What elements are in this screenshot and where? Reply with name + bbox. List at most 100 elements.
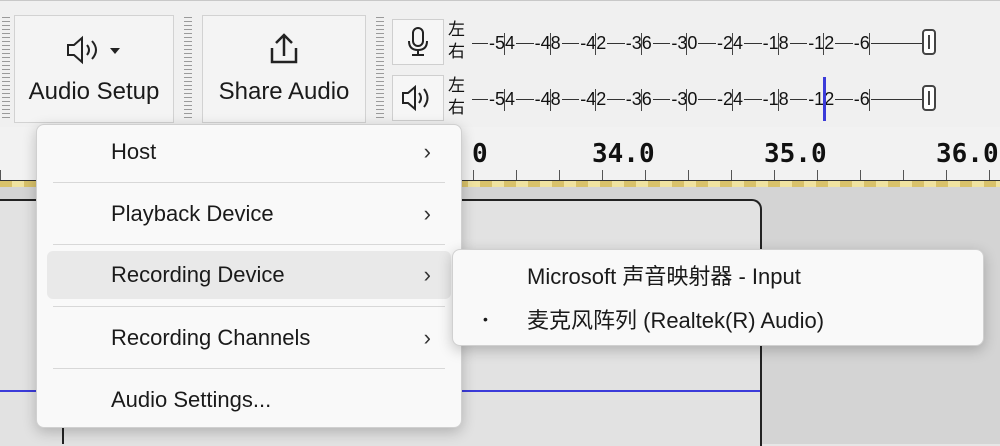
meter-tick-mark	[640, 89, 642, 111]
menu-item-label: Audio Settings...	[111, 387, 272, 412]
toolbar-grip[interactable]	[184, 17, 192, 121]
toolbar: Audio Setup Share Audio 左 右 -54 -48 -42 -36…	[0, 0, 1000, 128]
toolbar-grip[interactable]	[2, 17, 10, 121]
ruler-time-label: 35.0	[764, 139, 827, 169]
meter-tick-label: -42	[579, 89, 608, 110]
share-audio-button[interactable]: Share Audio	[202, 15, 366, 123]
menu-item-host[interactable]: Host ›	[47, 128, 451, 176]
meter-tick-mark	[595, 89, 597, 111]
share-audio-label: Share Audio	[218, 78, 350, 105]
meter-tick-mark	[549, 33, 551, 55]
right-channel-label: 右	[448, 98, 465, 117]
ruler-tick	[774, 170, 775, 180]
playback-meter-scale[interactable]: -54 -48 -42 -36 -30 -24 -18 -12 -6	[472, 73, 992, 123]
meter-slider-handle[interactable]	[922, 85, 936, 111]
microphone-icon[interactable]	[392, 19, 444, 65]
menu-separator	[53, 368, 445, 369]
meter-tick-mark	[686, 89, 688, 111]
meter-slider-handle[interactable]	[922, 29, 936, 55]
meter-tick-label: -24	[716, 33, 745, 54]
meter-tick-mark	[732, 89, 733, 111]
menu-separator	[53, 244, 445, 245]
meter-tick-label: -54	[488, 33, 517, 54]
meter-tick-label: -24	[716, 89, 745, 110]
ruler-time-label: 36.0	[936, 139, 999, 169]
meter-tick-mark	[732, 33, 733, 55]
menu-item-playback-device[interactable]: Playback Device ›	[47, 190, 451, 238]
ruler-tick	[946, 170, 947, 180]
meter-tick-mark	[777, 33, 779, 55]
meter-tick-label: -48	[533, 33, 562, 54]
ruler-tick	[860, 170, 861, 180]
ruler-tick	[559, 170, 560, 180]
meter-tick-mark	[504, 89, 505, 111]
menu-item-recording-device[interactable]: Recording Device ›	[47, 251, 451, 299]
recording-meter-scale[interactable]: -54 -48 -42 -36 -30 -24 -18 -12 -6	[472, 17, 992, 67]
meter-tick-label: -36	[624, 33, 653, 54]
meter-tick-label: -48	[533, 89, 562, 110]
audio-setup-button[interactable]: Audio Setup	[14, 15, 174, 123]
meter-tick-label: -30	[670, 89, 699, 110]
playback-level-indicator	[823, 77, 827, 121]
menu-item-label: Playback Device	[111, 201, 274, 226]
recording-device-submenu: Microsoft 声音映射器 - Input • 麦克风阵列 (Realtek…	[452, 249, 984, 346]
left-channel-label: 左	[448, 76, 465, 95]
menu-item-audio-settings[interactable]: Audio Settings...	[47, 376, 451, 424]
ruler-tick	[473, 170, 474, 180]
chevron-right-icon: ›	[423, 201, 431, 226]
share-icon	[264, 30, 304, 70]
ruler-tick	[0, 170, 1, 180]
menu-item-label: Recording Channels	[111, 325, 311, 350]
meter-tick-mark	[640, 33, 642, 55]
recording-meter[interactable]: 左 右 -54 -48 -42 -36 -30 -24 -18 -12 -6	[392, 17, 1000, 67]
meter-tick-label: -12	[807, 89, 836, 110]
speaker-icon[interactable]	[392, 75, 444, 121]
meter-tick-label: -54	[488, 89, 517, 110]
speaker-icon	[64, 30, 124, 70]
menu-separator	[53, 306, 445, 307]
meter-tick-mark	[549, 89, 551, 111]
audio-setup-label: Audio Setup	[28, 78, 160, 105]
playback-channel-labels: 左 右	[448, 75, 470, 119]
left-channel-label: 左	[448, 20, 465, 39]
ruler-tick	[688, 170, 689, 180]
ruler-time-label: 34.0	[592, 139, 655, 169]
toolbar-grip[interactable]	[376, 17, 384, 121]
playback-meter[interactable]: 左 右 -54 -48 -42 -36 -30 -24 -18 -12 -6	[392, 73, 1000, 123]
right-channel-label: 右	[448, 42, 465, 61]
meter-tick-mark	[595, 33, 597, 55]
meter-tick-mark	[823, 33, 825, 55]
meter-tick-mark	[777, 89, 779, 111]
meter-tick-label: -18	[761, 33, 790, 54]
meter-tick-mark	[686, 33, 688, 55]
meter-tick-label: -42	[579, 33, 608, 54]
meter-tick-label: -18	[761, 89, 790, 110]
selected-bullet-icon: •	[483, 311, 488, 327]
submenu-item-label: 麦克风阵列 (Realtek(R) Audio)	[527, 308, 825, 333]
meter-tick-mark	[868, 89, 870, 111]
ruler-tick	[989, 170, 990, 180]
submenu-item-label: Microsoft 声音映射器 - Input	[527, 264, 801, 289]
ruler-tick	[731, 170, 732, 180]
meter-tick-label: -12	[807, 33, 836, 54]
meter-tick-mark	[504, 33, 505, 55]
menu-item-label: Host	[111, 139, 157, 164]
ruler-tick	[516, 170, 517, 180]
ruler-tick	[602, 170, 603, 180]
recording-channel-labels: 左 右	[448, 19, 470, 63]
menu-item-recording-channels[interactable]: Recording Channels ›	[47, 314, 451, 362]
menu-item-label: Recording Device	[111, 262, 285, 287]
meter-tick-label: -30	[670, 33, 699, 54]
menu-separator	[53, 182, 445, 183]
chevron-right-icon: ›	[423, 325, 431, 350]
submenu-item-microphone-array[interactable]: • 麦克风阵列 (Realtek(R) Audio)	[463, 298, 973, 340]
meter-tick-label: -36	[624, 89, 653, 110]
meter-tick-mark	[868, 33, 870, 55]
ruler-tick	[645, 170, 646, 180]
ruler-time-label: 0	[472, 139, 488, 169]
ruler-tick	[817, 170, 818, 180]
chevron-right-icon: ›	[423, 262, 431, 287]
submenu-item-microsoft-sound-mapper[interactable]: Microsoft 声音映射器 - Input	[463, 254, 973, 296]
ruler-tick	[903, 170, 904, 180]
chevron-right-icon: ›	[423, 139, 431, 164]
